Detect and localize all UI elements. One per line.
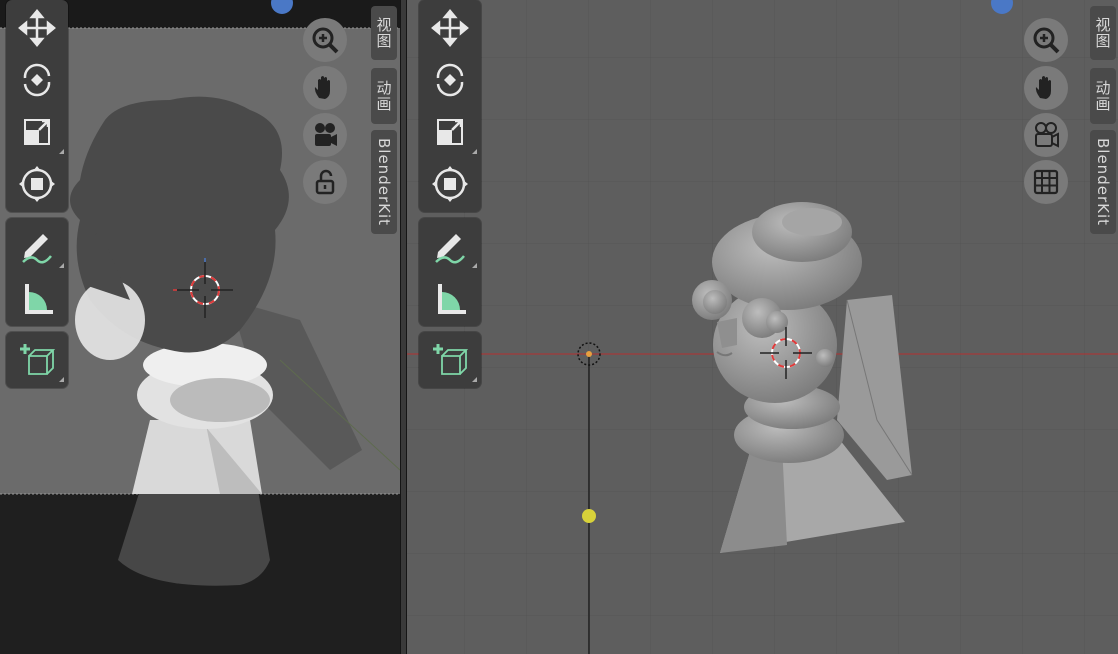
tab-view-label: 视图 (1093, 17, 1112, 49)
tab-blenderkit-label: BlenderKit (375, 138, 393, 226)
move-tool[interactable] (419, 2, 481, 54)
transform-tool[interactable] (6, 158, 68, 210)
pan-button[interactable] (1024, 66, 1068, 110)
statue-earring (816, 349, 834, 367)
tab-animation[interactable]: 动画 (1090, 68, 1116, 124)
rotate-icon (436, 63, 464, 97)
transform-icon (432, 166, 468, 202)
pan-button[interactable] (303, 66, 347, 110)
camera-view-button[interactable] (1024, 113, 1068, 157)
tab-animation-label: 动画 (374, 80, 393, 112)
annotate-tool[interactable] (419, 220, 481, 272)
move-icon (18, 9, 56, 47)
tab-view-label: 视图 (374, 17, 393, 49)
camera-view-button[interactable] (303, 113, 347, 157)
move-icon (431, 9, 469, 47)
hand-icon (1035, 76, 1051, 99)
rotate-icon (23, 63, 51, 97)
light-handle (582, 509, 596, 523)
left-toolbar (419, 0, 481, 394)
camera-icon (315, 123, 337, 146)
tab-blenderkit[interactable]: BlenderKit (371, 130, 397, 234)
scale-icon (24, 119, 50, 145)
add-cube-tool[interactable] (419, 334, 481, 386)
scale-icon (437, 119, 463, 145)
tab-animation-label: 动画 (1093, 80, 1112, 112)
pencil-icon (435, 234, 465, 264)
zoom-icon (1033, 27, 1060, 54)
zoom-button[interactable] (303, 18, 347, 62)
ruler-icon (438, 284, 466, 314)
unlock-icon (315, 169, 335, 195)
lock-camera-button[interactable] (303, 160, 347, 204)
left-toolbar (6, 0, 68, 394)
zoom-icon (312, 27, 339, 54)
annotate-tool[interactable] (6, 220, 68, 272)
hand-icon (314, 76, 330, 99)
transform-icon (19, 166, 55, 202)
perspective-toggle-button[interactable] (1024, 160, 1068, 204)
left-3d-viewport[interactable]: 视图 动画 BlenderKit (0, 0, 400, 654)
tab-blenderkit[interactable]: BlenderKit (1090, 130, 1116, 234)
grid-icon (1033, 169, 1059, 195)
pencil-icon (22, 234, 52, 264)
add-cube-tool[interactable] (6, 334, 68, 386)
rotate-tool[interactable] (6, 54, 68, 106)
zoom-button[interactable] (1024, 18, 1068, 62)
tab-blenderkit-label: BlenderKit (1094, 138, 1112, 226)
tab-animation[interactable]: 动画 (371, 68, 397, 124)
right-3d-viewport[interactable]: 视图 动画 BlenderKit (407, 0, 1118, 654)
transform-tool[interactable] (419, 158, 481, 210)
measure-tool[interactable] (419, 272, 481, 324)
scale-tool[interactable] (419, 106, 481, 158)
camera-icon (1035, 122, 1059, 148)
tab-view[interactable]: 视图 (1090, 6, 1116, 60)
move-tool[interactable] (6, 2, 68, 54)
viewport-split-divider[interactable] (400, 0, 407, 654)
ruler-icon (25, 284, 53, 314)
scale-tool[interactable] (6, 106, 68, 158)
tab-view[interactable]: 视图 (371, 6, 397, 60)
rotate-tool[interactable] (419, 54, 481, 106)
add-cube-icon (433, 344, 469, 375)
measure-tool[interactable] (6, 272, 68, 324)
statue-base-shadow (118, 490, 270, 586)
add-cube-icon (20, 344, 56, 375)
solid-view-scene (407, 0, 1118, 654)
